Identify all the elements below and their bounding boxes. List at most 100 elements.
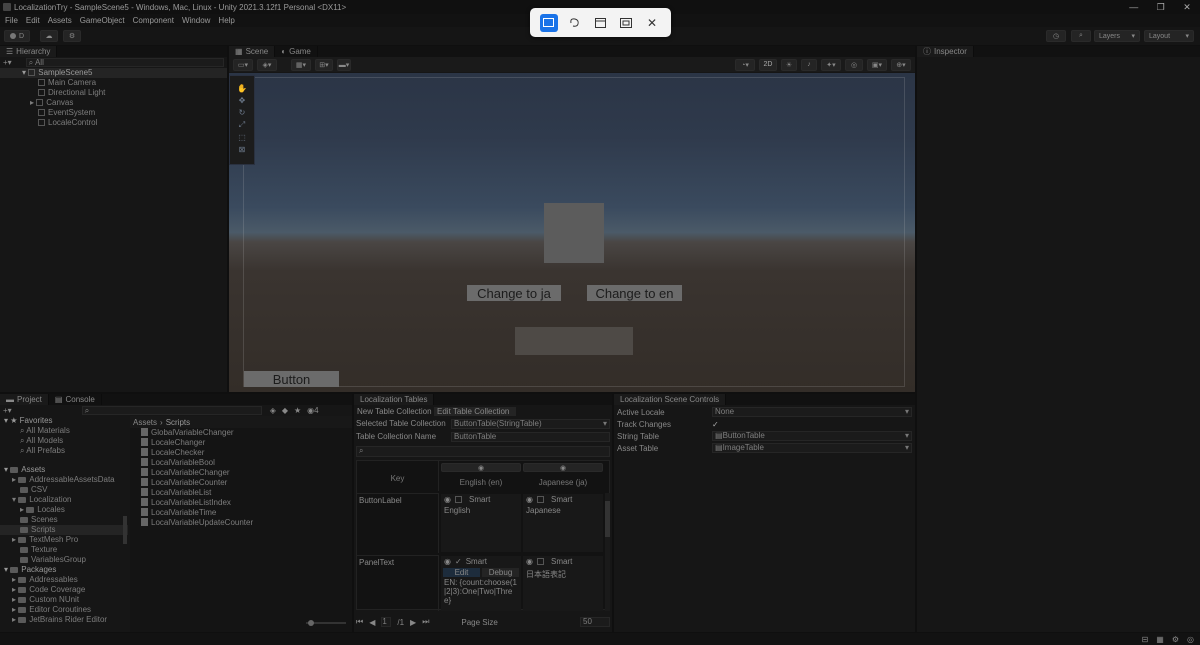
breadcrumb-current[interactable]: Scripts	[166, 418, 190, 427]
window-snip-icon[interactable]	[591, 14, 609, 32]
move-tool-icon[interactable]: ✥	[239, 96, 246, 105]
table-search-input[interactable]: ⌕	[356, 446, 610, 457]
page-input[interactable]: 1	[381, 617, 392, 627]
favorites-header[interactable]: ▾ ★ Favorites	[0, 416, 128, 426]
hierarchy-item[interactable]: LocaleControl	[0, 118, 227, 128]
rectangle-snip-icon[interactable]	[539, 13, 558, 32]
image-panel[interactable]	[544, 203, 604, 263]
tab-game[interactable]: ◐ Game	[275, 46, 318, 57]
favorite-item[interactable]: ⌕ All Models	[0, 436, 128, 446]
script-item[interactable]: LocalVariableBool	[130, 458, 352, 468]
collection-name-input[interactable]: ButtonTable	[451, 431, 610, 442]
tab-inspector[interactable]: ⓘ Inspector	[917, 46, 974, 57]
grid-scrollbar[interactable]	[605, 493, 610, 611]
menu-window[interactable]: Window	[182, 16, 210, 25]
rect-tool-icon[interactable]: ⬚	[238, 133, 246, 142]
folder-item[interactable]: Scenes	[0, 515, 128, 525]
page-size-input[interactable]: 50	[580, 617, 610, 627]
tab-localization-tables[interactable]: Localization Tables	[354, 394, 435, 405]
lighting-icon[interactable]: ☀	[781, 58, 797, 71]
menu-gameobject[interactable]: GameObject	[80, 16, 125, 25]
metadata-icon[interactable]: ◉	[444, 495, 451, 504]
metadata-icon[interactable]: ◉	[526, 495, 533, 504]
script-item[interactable]: LocaleChecker	[130, 448, 352, 458]
project-search-input[interactable]: ⌕	[81, 406, 262, 415]
hidden-packages-icon[interactable]: ◉4	[307, 406, 318, 415]
smart-checkbox[interactable]	[536, 557, 544, 565]
layers-dropdown[interactable]: Layers ▾	[1094, 30, 1140, 42]
close-icon[interactable]: ✕	[643, 14, 661, 32]
hierarchy-search-input[interactable]: ⌕ All	[25, 58, 224, 67]
hierarchy-item[interactable]: Main Camera	[0, 78, 227, 88]
script-item[interactable]: GlobalVariableChanger	[130, 428, 352, 438]
package-item[interactable]: ▸ Editor Coroutines	[0, 605, 128, 615]
folder-item[interactable]: CSV	[0, 485, 128, 495]
folder-tree-scrollbar[interactable]	[123, 516, 127, 544]
menu-component[interactable]: Component	[133, 16, 174, 25]
entry-cell-en[interactable]: ◉ ✓ Smart Edit Debug EN: {count:choose(1|2…	[441, 556, 521, 611]
hierarchy-item[interactable]: ▸ Canvas	[0, 98, 227, 108]
breadcrumb-root[interactable]: Assets	[133, 418, 157, 427]
grid-icon[interactable]: ▦▾	[291, 58, 311, 71]
entry-value[interactable]: English	[441, 504, 521, 517]
scene-viewport[interactable]: ✋ ✥ ↻ ⤢ ⬚ ⊠ Change to ja Change to en Bu…	[229, 73, 915, 392]
tab-scene[interactable]: ▦ Scene	[229, 46, 276, 57]
scrollbar-thumb[interactable]	[605, 501, 610, 537]
minimize-icon[interactable]: —	[1129, 2, 1138, 12]
japanese-column-header[interactable]: ◉ Japanese (ja)	[523, 463, 603, 491]
edit-table-collection-button[interactable]: Edit Table Collection	[434, 407, 516, 416]
selected-collection-dropdown[interactable]: ButtonTable(StringTable)	[451, 418, 610, 429]
smart-checkbox-checked[interactable]: ✓	[455, 557, 462, 566]
cache-icon[interactable]: ▦	[1156, 635, 1164, 644]
favorite-icon[interactable]: ★	[294, 406, 301, 415]
hierarchy-item[interactable]: Directional Light	[0, 88, 227, 98]
next-page-icon[interactable]: ▶	[410, 618, 416, 627]
script-item[interactable]: LocalVariableTime	[130, 508, 352, 518]
folder-item[interactable]: ▸ TextMesh Pro	[0, 535, 128, 545]
layout-dropdown[interactable]: Layout ▾	[1144, 30, 1194, 42]
asset-table-dropdown[interactable]: ▤ImageTable	[712, 443, 912, 453]
new-table-collection-button[interactable]: New Table Collection	[354, 407, 434, 416]
orbit-icon[interactable]: ◔▾	[735, 58, 755, 71]
network-icon[interactable]: ⊟	[1142, 635, 1149, 644]
script-item[interactable]: LocalVariableList	[130, 488, 352, 498]
favorite-item[interactable]: ⌕ All Prefabs	[0, 446, 128, 456]
snap-icon[interactable]: ⊞▾	[315, 58, 333, 71]
text-panel[interactable]	[515, 327, 633, 355]
key-column-header[interactable]: Key	[357, 461, 439, 491]
button-button[interactable]: Button	[244, 371, 339, 387]
menu-edit[interactable]: Edit	[26, 16, 40, 25]
track-changes-checkbox[interactable]: ✓	[712, 420, 719, 429]
plus-icon[interactable]: +▾	[3, 406, 12, 415]
collab-icon[interactable]: ⚙	[63, 30, 81, 42]
close-icon[interactable]: ✕	[1183, 2, 1191, 13]
active-locale-dropdown[interactable]: None	[712, 407, 912, 417]
string-table-dropdown[interactable]: ▤ButtonTable	[712, 431, 912, 441]
notifications-icon[interactable]: ◎	[1187, 635, 1194, 644]
entry-cell-en[interactable]: ◉ Smart English	[441, 494, 521, 552]
audio-icon[interactable]: ♪	[801, 58, 817, 71]
plus-icon[interactable]: +▾	[3, 58, 12, 67]
smart-checkbox[interactable]	[536, 495, 544, 503]
folder-item-selected[interactable]: Scripts	[0, 525, 128, 535]
menu-help[interactable]: Help	[218, 16, 234, 25]
assets-header[interactable]: ▾ Assets	[0, 465, 128, 475]
table-row-key[interactable]: PanelText	[357, 555, 439, 611]
last-page-icon[interactable]: ⏭	[422, 617, 429, 627]
hierarchy-item[interactable]: EventSystem	[0, 108, 227, 118]
search-by-type-icon[interactable]: ◈	[270, 406, 276, 415]
tab-console[interactable]: ▤ Console	[48, 394, 102, 405]
table-row-key[interactable]: ButtonLabel	[357, 493, 439, 553]
folder-item[interactable]: VariablesGroup	[0, 555, 128, 565]
folder-item[interactable]: ▸ AddressableAssetsData	[0, 475, 128, 485]
script-item[interactable]: LocaleChanger	[130, 438, 352, 448]
packages-header[interactable]: ▾ Packages	[0, 565, 128, 575]
maximize-icon[interactable]: ❐	[1157, 2, 1165, 13]
favorite-item[interactable]: ⌕ All Materials	[0, 426, 128, 436]
menu-file[interactable]: File	[5, 16, 18, 25]
fullscreen-snip-icon[interactable]	[617, 14, 635, 32]
package-item[interactable]: ▸ Addressables	[0, 575, 128, 585]
package-item[interactable]: ▸ Custom NUnit	[0, 595, 128, 605]
hand-tool-icon[interactable]: ✋	[237, 84, 247, 93]
icon-size-slider[interactable]	[306, 620, 346, 626]
